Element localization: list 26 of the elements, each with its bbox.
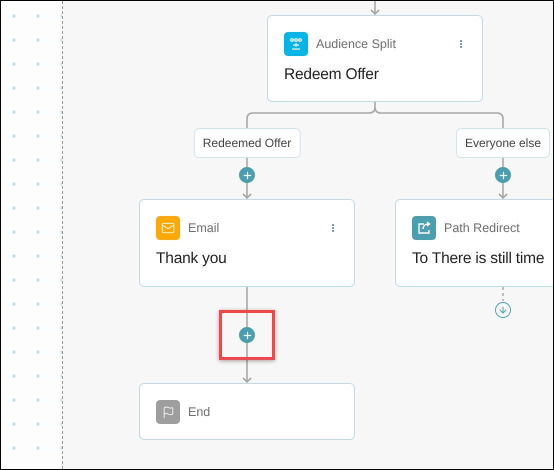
step-card[interactable]: Path Redirect To There is still time — [395, 199, 553, 287]
plus-icon — [242, 330, 252, 340]
circle-arrow-down-icon[interactable] — [494, 301, 512, 319]
dashed-connector — [502, 287, 504, 301]
step-type-label: End — [188, 405, 210, 419]
branch-label[interactable]: Everyone else — [456, 128, 550, 158]
step-type-label: Email — [188, 221, 220, 235]
step-title: Redeem Offer — [284, 66, 380, 84]
step-title: To There is still time — [412, 250, 546, 268]
step-card[interactable]: Email Thank you — [139, 199, 355, 287]
step-type-label: Audience Split — [316, 37, 396, 51]
step-card[interactable]: Audience Split Redeem Offer — [267, 15, 483, 102]
add-step-button[interactable] — [239, 167, 255, 183]
add-step-button[interactable] — [495, 167, 511, 183]
redirect-icon — [416, 221, 432, 235]
mail-icon — [161, 221, 175, 235]
step-card[interactable]: End — [139, 383, 355, 440]
step-title: Thank you — [156, 250, 228, 268]
audience-icon — [289, 37, 303, 51]
branch-label[interactable]: Redeemed Offer — [194, 128, 300, 158]
connector-arrow — [370, 1, 380, 16]
flag-icon — [162, 406, 174, 418]
plus-icon — [242, 170, 252, 180]
step-type-label: Path Redirect — [444, 221, 520, 235]
plus-icon — [498, 170, 508, 180]
add-step-button[interactable] — [239, 327, 255, 343]
